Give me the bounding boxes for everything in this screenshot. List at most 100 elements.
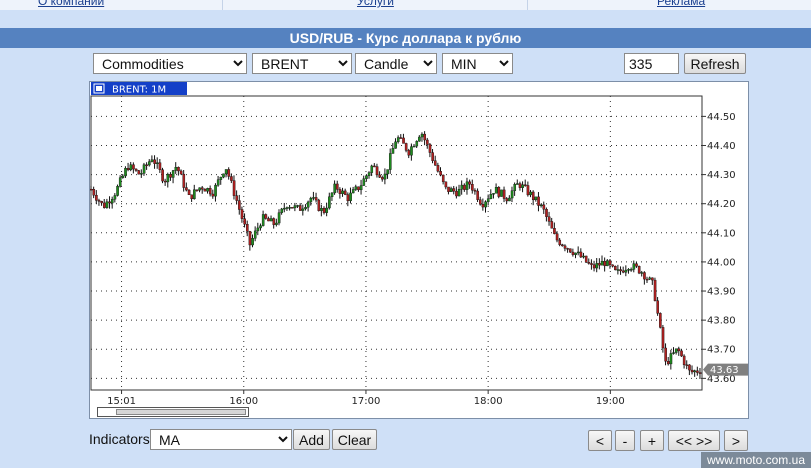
candle-body — [415, 140, 419, 147]
add-indicator-button[interactable]: Add — [293, 429, 330, 450]
candle-body — [441, 174, 445, 183]
y-tick-label: 44.40 — [707, 141, 736, 152]
candle-body — [407, 150, 411, 156]
candle-body — [346, 194, 350, 202]
candle-body — [648, 277, 652, 280]
candle-body — [169, 174, 172, 178]
candle-body — [410, 146, 413, 156]
candle-body — [611, 264, 614, 267]
candle-body — [600, 260, 604, 266]
candle-body — [95, 194, 98, 201]
price-chart[interactable]: BRENT: 1M 44.50 44.40 44.30 44.20 44.10 44.00 4… — [89, 81, 749, 419]
candle-body — [259, 225, 262, 229]
candle-body — [243, 218, 246, 225]
y-tick-label: 43.80 — [707, 316, 736, 327]
watermark: www.moto.com.ua — [700, 452, 811, 468]
candle-body — [351, 189, 355, 194]
candle-body — [616, 269, 620, 271]
candle-body — [579, 251, 583, 258]
nav-link-services[interactable]: Услуги — [357, 0, 394, 8]
candle-body — [148, 161, 151, 166]
zoom-in-button[interactable]: + — [640, 430, 664, 451]
candle-body — [505, 198, 509, 202]
candle-body — [471, 184, 474, 191]
candle-body — [629, 269, 633, 271]
candle-body — [608, 260, 612, 266]
candle-body — [494, 187, 498, 194]
candle-body — [312, 197, 315, 199]
candle-body — [521, 184, 524, 188]
chart-type-select[interactable]: Candle — [355, 53, 437, 74]
candle-body — [402, 137, 405, 144]
candle-body — [158, 162, 162, 170]
candle-body — [137, 170, 141, 175]
candle-body — [124, 168, 127, 177]
candle-body — [651, 277, 654, 281]
nav-link-about[interactable]: О компании — [38, 0, 104, 8]
candle-body — [423, 133, 427, 141]
candle-body — [163, 180, 167, 183]
candle-body — [396, 137, 400, 143]
candle-body — [666, 361, 670, 365]
candle-body — [468, 181, 472, 185]
candle-body — [333, 183, 336, 194]
candle-body — [643, 272, 646, 280]
chart-scrollbar[interactable] — [97, 407, 249, 417]
candle-body — [592, 264, 596, 269]
y-tick-label: 44.10 — [707, 228, 736, 239]
refresh-button[interactable]: Refresh — [684, 53, 746, 74]
chart-tab-label: BRENT: 1M — [112, 85, 166, 96]
plot-frame — [90, 95, 703, 391]
group-select[interactable]: Commodities — [93, 53, 247, 74]
candle-body — [576, 251, 580, 254]
candle-body — [640, 272, 644, 274]
candle-body — [298, 205, 302, 211]
x-tick-label: 15:01 — [107, 396, 136, 407]
candle-body — [598, 263, 601, 266]
nav-link-ads[interactable]: Реклама — [657, 0, 705, 8]
candle-body — [155, 162, 159, 164]
clear-indicators-button[interactable]: Clear — [332, 429, 377, 450]
candle-body — [404, 143, 408, 151]
candle-body — [486, 198, 490, 202]
chart-tab-icon-inner — [96, 86, 102, 91]
indicator-select[interactable]: MA — [150, 429, 292, 450]
candle-body — [664, 347, 667, 362]
candle-body — [635, 263, 638, 267]
candle-body — [534, 196, 538, 201]
candle-body — [659, 313, 662, 328]
zoom-out-button[interactable]: - — [615, 430, 635, 451]
candle-body — [452, 188, 456, 192]
scrollbar-thumb[interactable] — [116, 409, 246, 415]
candle-body — [584, 255, 588, 263]
candle-body — [558, 239, 562, 245]
reset-zoom-button[interactable]: << >> — [668, 430, 720, 451]
candle-body — [193, 189, 196, 200]
candle-body — [460, 184, 464, 190]
scroll-forward-button[interactable]: > — [724, 430, 748, 451]
candle-body — [261, 214, 265, 226]
candle-body — [235, 195, 239, 201]
candle-body — [587, 262, 591, 264]
y-tick-label: 44.30 — [707, 170, 736, 181]
bar-count-input[interactable] — [624, 53, 679, 74]
indicators-label: Indicators — [89, 431, 150, 447]
candle-body — [129, 164, 133, 171]
candle-body — [526, 185, 530, 196]
candle-body — [606, 260, 609, 267]
candle-body — [391, 148, 395, 154]
candle-body — [230, 176, 233, 181]
y-tick-label: 43.70 — [707, 345, 736, 356]
candle-body — [314, 197, 318, 201]
candle-body — [216, 179, 220, 186]
candle-body — [436, 165, 440, 172]
candle-body — [431, 152, 434, 161]
candle-body — [322, 208, 326, 213]
y-tick-label: 43.90 — [707, 287, 736, 298]
symbol-select[interactable]: BRENT — [252, 53, 352, 74]
candle-body — [256, 227, 260, 232]
scroll-back-button[interactable]: < — [588, 430, 612, 451]
period-select[interactable]: MIN — [442, 53, 513, 74]
candle-body — [317, 199, 321, 211]
candle-body — [367, 172, 371, 176]
